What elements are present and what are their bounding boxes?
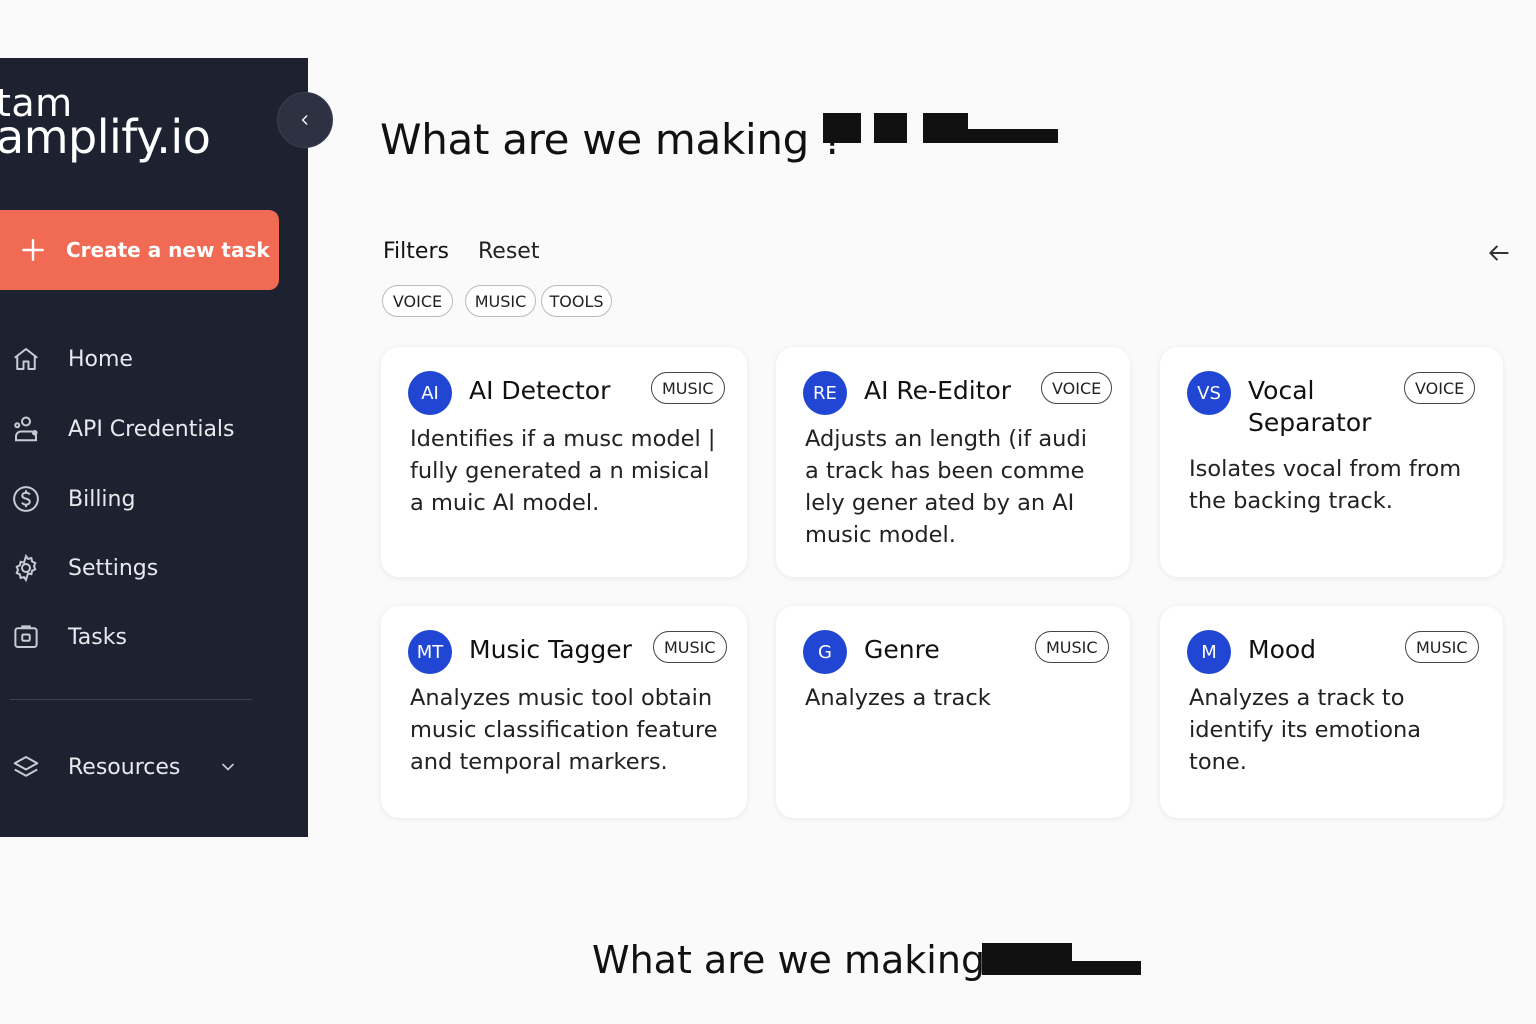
brand-logo: tam amplify.io [0, 84, 211, 164]
card-avatar: VS [1187, 371, 1231, 415]
tool-card-ai-detector[interactable]: AI AI Detector MUSIC Identifies if a mus… [381, 347, 747, 577]
card-badge: MUSIC [651, 372, 725, 404]
card-badge: MUSIC [1405, 631, 1479, 663]
page-title: What are we making ? [380, 115, 845, 164]
gear-icon [10, 552, 42, 584]
sidebar-item-label: Settings [68, 555, 159, 581]
card-description: Analyzes a track [805, 685, 991, 711]
tool-card-music-tagger[interactable]: MT Music Tagger MUSIC Analyzes music too… [381, 606, 747, 818]
chevron-left-icon [301, 115, 308, 125]
create-task-button[interactable]: Create a new task [0, 210, 279, 290]
sidebar: tam amplify.io Create a new task Home AP… [0, 58, 308, 837]
dollar-icon [10, 483, 42, 515]
redaction-block [874, 113, 907, 143]
app-page: tam amplify.io Create a new task Home AP… [0, 0, 1536, 1024]
reset-button[interactable]: Reset [478, 239, 539, 264]
tool-card-mood[interactable]: M Mood MUSIC Analyzes a track to identif… [1160, 606, 1503, 818]
card-description: Adjusts an length (if audi a track has b… [805, 426, 1087, 548]
card-title: Vocal Separator [1248, 376, 1372, 437]
card-avatar: M [1187, 630, 1231, 674]
card-avatar: RE [803, 371, 847, 415]
create-task-label: Create a new task [66, 238, 270, 262]
sidebar-item-label: Resources [68, 754, 181, 780]
card-description: Identifies if a musc model | fully gener… [410, 426, 716, 516]
sidebar-item-home[interactable]: Home [10, 343, 133, 375]
sidebar-item-label: API Credentials [68, 416, 235, 442]
card-title: AI Re-Editor [864, 376, 1012, 405]
sidebar-item-label: Home [68, 346, 133, 372]
home-icon [10, 343, 42, 375]
sidebar-item-tasks[interactable]: Tasks [10, 621, 127, 653]
card-avatar: G [803, 630, 847, 674]
sidebar-item-api-credentials[interactable]: API Credentials [10, 413, 235, 445]
tool-card-genre[interactable]: G Genre MUSIC Analyzes a track [776, 606, 1130, 818]
arrow-left-icon[interactable] [1486, 240, 1512, 266]
tool-card-vocal-separator[interactable]: VS Vocal Separator VOICE Isolates vocal … [1160, 347, 1503, 577]
collapse-sidebar-button[interactable] [277, 92, 333, 148]
filters-label: Filters [383, 239, 449, 264]
card-description: Analyzes music tool obtain music classif… [410, 685, 718, 775]
user-key-icon [10, 413, 42, 445]
card-title: Music Tagger [469, 635, 632, 664]
chevron-down-icon[interactable] [218, 757, 238, 777]
sidebar-item-label: Billing [68, 486, 136, 512]
sidebar-item-billing[interactable]: Billing [10, 483, 135, 515]
redaction-block [982, 943, 1072, 975]
redaction-block [923, 113, 968, 143]
redaction-block [968, 129, 1058, 143]
sidebar-divider [10, 699, 252, 700]
card-badge: VOICE [1404, 372, 1476, 404]
filter-chip-voice[interactable]: VOICE [382, 285, 453, 317]
layers-icon [10, 751, 42, 783]
filter-chip-music[interactable]: MUSIC [465, 285, 536, 317]
plus-icon [22, 239, 44, 261]
card-badge: MUSIC [1035, 631, 1109, 663]
card-title: AI Detector [469, 376, 611, 405]
card-title: Genre [864, 635, 940, 664]
card-avatar: AI [408, 371, 452, 415]
tool-card-ai-re-editor[interactable]: RE AI Re-Editor VOICE Adjusts an length … [776, 347, 1130, 577]
brand-line2: amplify.io [0, 110, 211, 164]
footer-title: What are we making ’ [592, 938, 1010, 982]
card-description: Isolates vocal from from the backing tra… [1189, 456, 1462, 514]
card-description: Analyzes a track to identify its emotion… [1189, 685, 1422, 775]
filter-chip-tools[interactable]: TOOLS [541, 285, 612, 317]
redaction-block [1072, 961, 1141, 975]
card-avatar: MT [408, 630, 452, 674]
sidebar-item-settings[interactable]: Settings [10, 552, 158, 584]
card-title: Mood [1248, 635, 1317, 664]
card-badge: VOICE [1041, 372, 1113, 404]
card-badge: MUSIC [653, 631, 727, 663]
sidebar-item-label: Tasks [68, 624, 127, 650]
clipboard-icon [10, 621, 42, 653]
sidebar-item-resources[interactable]: Resources [10, 751, 238, 783]
redaction-block [823, 113, 861, 143]
